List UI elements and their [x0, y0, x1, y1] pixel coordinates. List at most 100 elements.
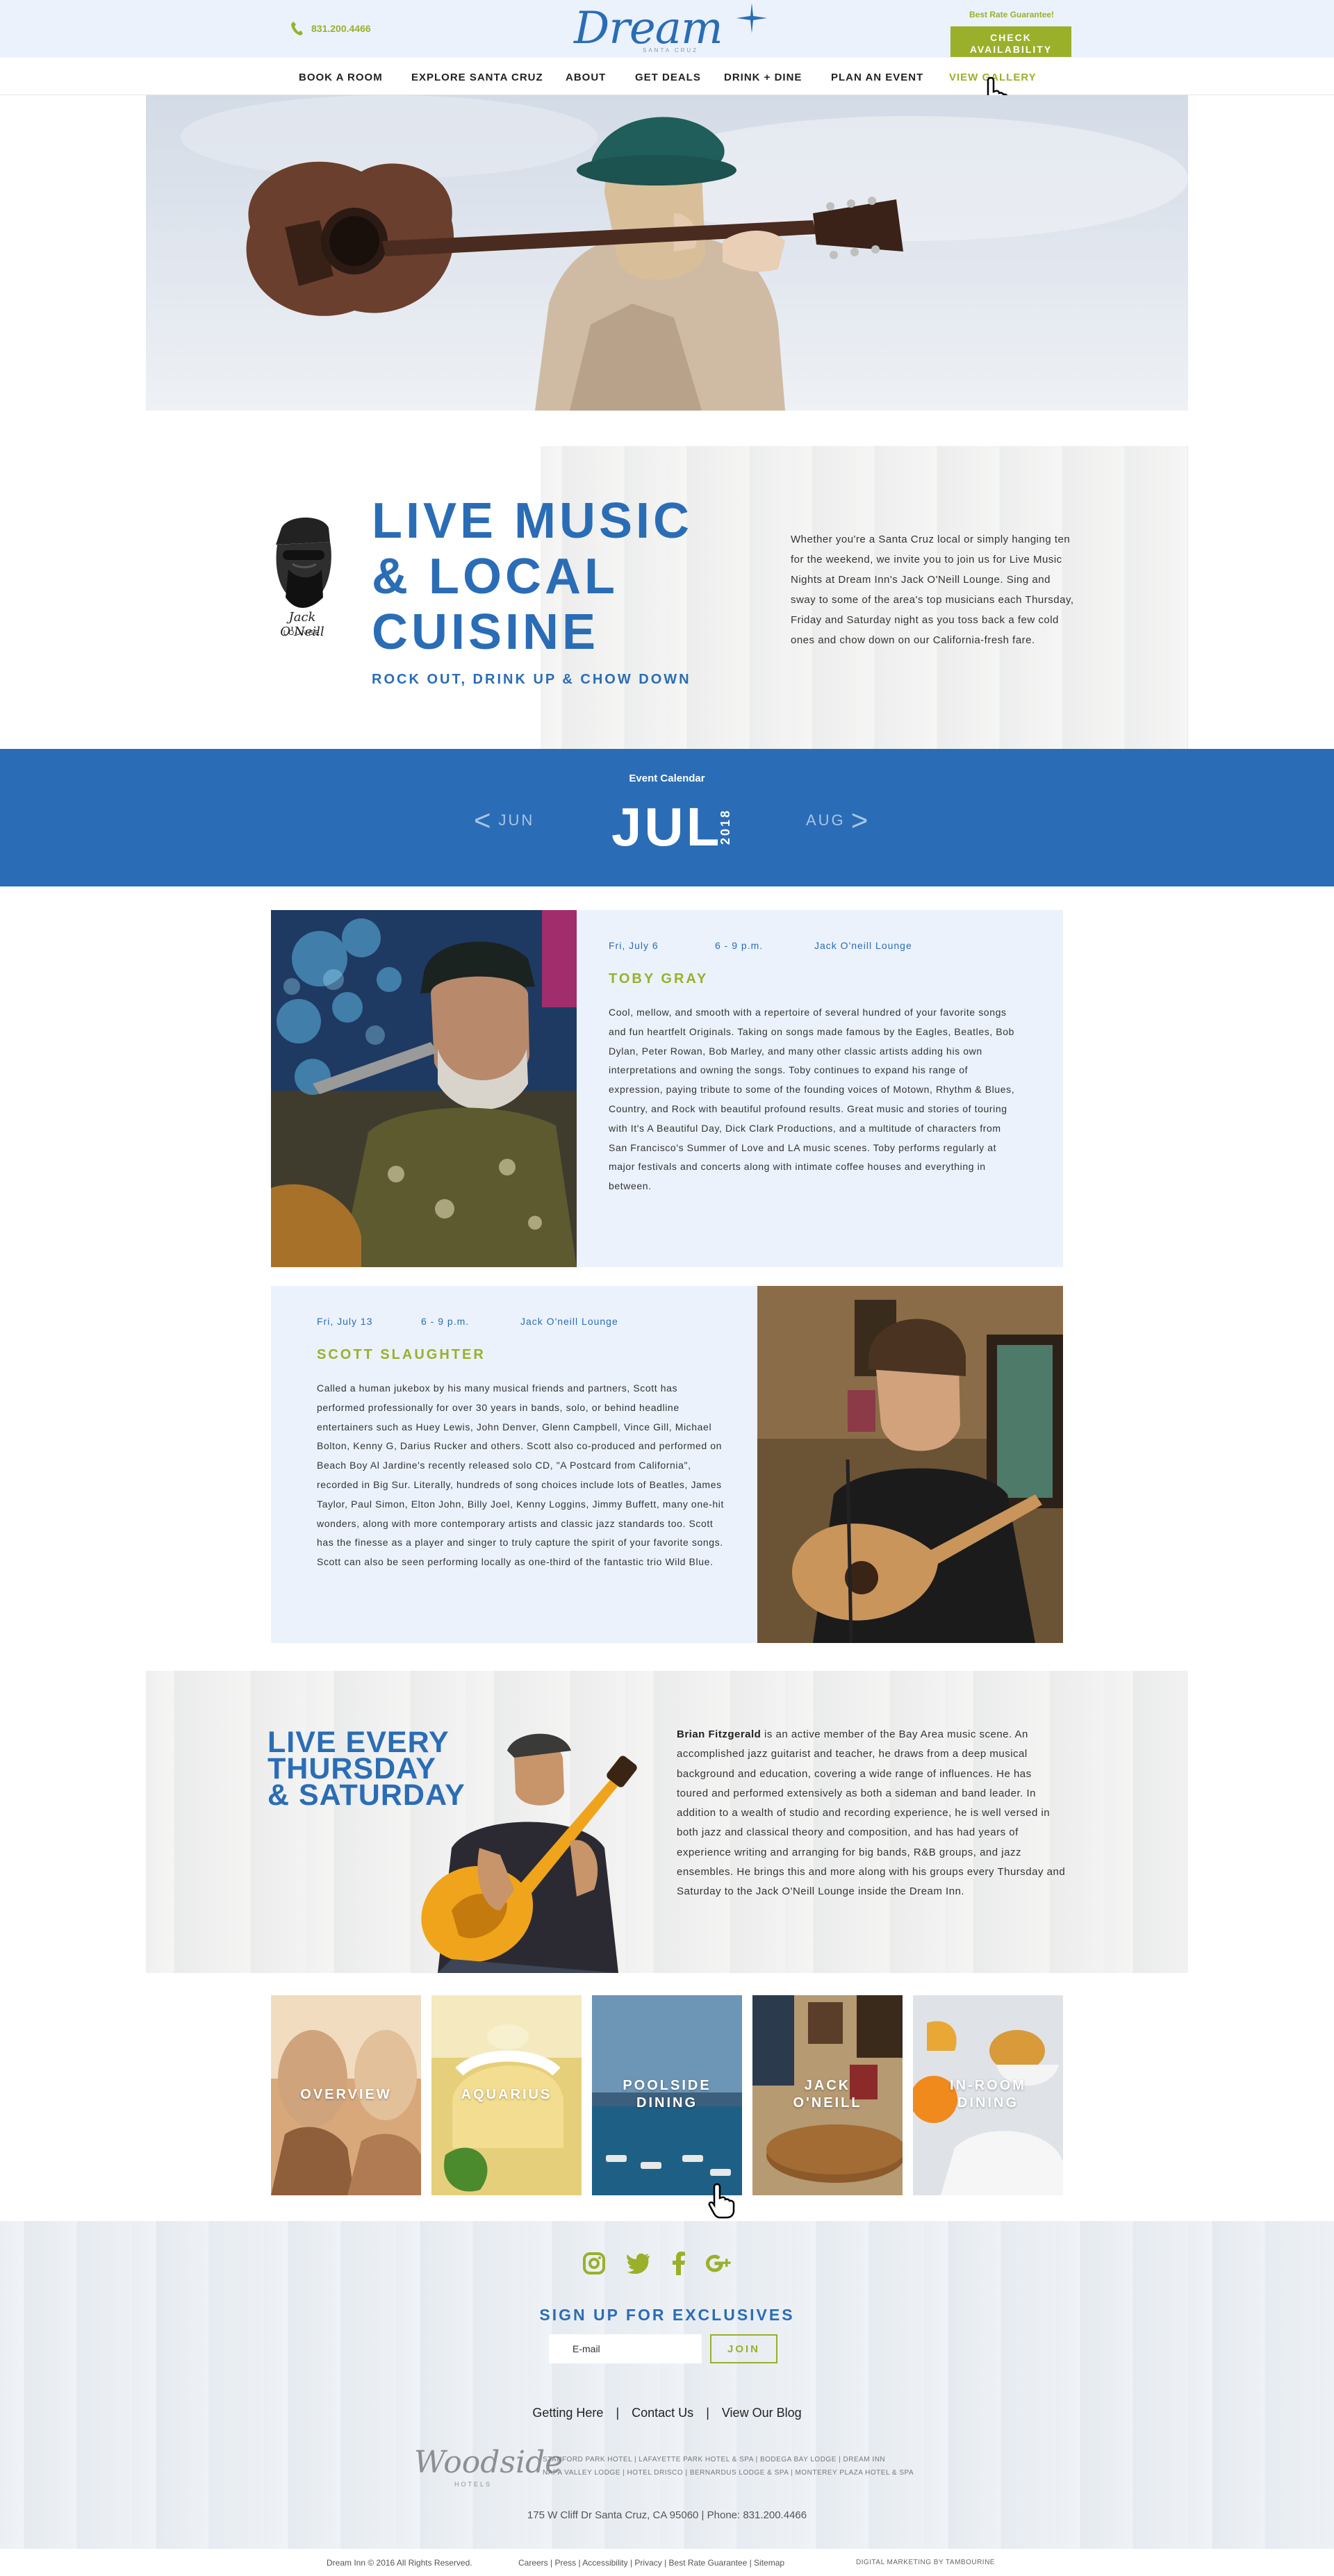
phone-icon [291, 22, 303, 35]
nav-plan-an-event[interactable]: PLAN AN EVENT [831, 72, 923, 83]
current-year: 2018 [718, 809, 732, 845]
tile-label: POOLSIDE DINING [592, 2077, 742, 2112]
performer-photo [757, 1286, 1063, 1643]
prev-month-label: JUN [498, 811, 535, 829]
copyright: Dream Inn © 2016 All Rights Reserved. [327, 2558, 472, 2568]
event-time: 6 - 9 p.m. [421, 1316, 470, 1327]
instagram-link[interactable] [581, 2250, 607, 2277]
dining-tiles: OVERVIEW AQUARIUS POOLSIDE DINING JACK O… [271, 1995, 1063, 2195]
check-label-1: CHECK [990, 31, 1032, 43]
event-venue: Jack O'neill Lounge [520, 1316, 618, 1327]
signup-title: SIGN UP FOR EXCLUSIVES [539, 2306, 795, 2324]
join-button[interactable]: JOIN [710, 2334, 777, 2363]
view-our-blog-link[interactable]: View Our Blog [722, 2406, 802, 2420]
logo-lounge: LOUNGE [283, 629, 322, 637]
nav-book-a-room[interactable]: BOOK A ROOM [299, 72, 383, 83]
event-meta: Fri, July 6 6 - 9 p.m. Jack O'neill Loun… [609, 940, 912, 951]
footer-links: Getting Here | Contact Us | View Our Blog [0, 2406, 1334, 2420]
contact-us-link[interactable]: Contact Us [632, 2406, 693, 2420]
legal-links[interactable]: Careers | Press | Accessibility | Privac… [518, 2558, 784, 2568]
separator: | [706, 2406, 709, 2420]
check-availability-button[interactable]: CHECK AVAILABILITY [950, 26, 1071, 57]
tile-overview[interactable]: OVERVIEW [271, 1995, 421, 2195]
twitter-link[interactable] [625, 2250, 652, 2277]
performer-bio: Cool, mellow, and smooth with a repertoi… [609, 1007, 1015, 1192]
tile-poolside-dining[interactable]: POOLSIDE DINING [592, 1995, 742, 2195]
tile-label-line-2: DINING [636, 2095, 698, 2111]
event-card: Fri, July 13 6 - 9 p.m. Jack O'neill Lou… [271, 1286, 1063, 1643]
performer-name: SCOTT SLAUGHTER [317, 1347, 486, 1362]
nav-view-gallery[interactable]: VIEW GALLERY [949, 72, 1037, 83]
hotels-line-1: STANFORD PARK HOTEL | LAFAYETTE PARK HOT… [543, 2456, 886, 2463]
event-card: Fri, July 6 6 - 9 p.m. Jack O'neill Loun… [271, 910, 1063, 1267]
performer-name: TOBY GRAY [609, 971, 709, 986]
tile-label: JACK O'NEILL [752, 2077, 903, 2112]
tile-label-line-1: JACK [804, 2078, 851, 2093]
woodside-sub: HOTELS [454, 2481, 493, 2488]
nav-get-deals[interactable]: GET DEALS [635, 72, 701, 83]
phone-link[interactable]: 831.200.4466 [290, 21, 371, 36]
twitter-icon [627, 2253, 650, 2274]
best-rate-text: Best Rate Guarantee! [969, 10, 1055, 19]
calendar-label: Event Calendar [629, 773, 705, 784]
woodside-wordmark: Woodside [414, 2445, 563, 2480]
jack-oneill-lounge-logo: Jack O'Neill LOUNGE [267, 514, 337, 646]
tile-label: OVERVIEW [300, 2087, 392, 2102]
facebook-icon [673, 2252, 685, 2275]
event-venue: Jack O'neill Lounge [814, 940, 912, 951]
chevron-right-icon: > [850, 804, 871, 836]
tile-aquarius[interactable]: AQUARIUS [431, 1995, 582, 2195]
chevron-left-icon: < [474, 804, 493, 836]
performer-bio: Called a human jukebox by his many music… [317, 1382, 724, 1568]
tile-label: IN-ROOM DINING [913, 2077, 1063, 2112]
google-plus-icon [706, 2254, 731, 2272]
intro-paragraph: Whether you're a Santa Cruz local or sim… [791, 534, 1074, 646]
email-field[interactable] [549, 2334, 702, 2363]
tile-in-room-dining[interactable]: IN-ROOM DINING [913, 1995, 1063, 2195]
tile-label-line-2: O'NEILL [793, 2095, 862, 2111]
event-date: Fri, July 6 [609, 940, 659, 951]
title-line-3: CUISINE [372, 604, 600, 660]
scott-slaughter-illustration [757, 1286, 1063, 1643]
toby-gray-illustration [271, 910, 577, 1267]
event-calendar: Event Calendar < JUN JUL 2018 AUG > [0, 749, 1334, 886]
intro-section: Jack O'Neill LOUNGE LIVE MUSIC & LOCAL C… [0, 410, 1334, 749]
feature-section: LIVE EVERY THURSDAY & SATURDAY Brian Fit… [146, 1671, 1188, 1973]
tile-label-line-1: POOLSIDE [623, 2078, 711, 2093]
title-line-2: & LOCAL [372, 549, 618, 604]
next-month-button[interactable]: AUG > [806, 804, 871, 836]
tile-label-line-1: IN-ROOM [950, 2078, 1026, 2093]
event-meta: Fri, July 13 6 - 9 p.m. Jack O'neill Lou… [317, 1316, 618, 1327]
woodside-hotels-logo[interactable]: Woodside HOTELS [414, 2445, 563, 2493]
instagram-icon [583, 2252, 605, 2274]
title-line-1: LIVE MUSIC [372, 493, 693, 549]
separator: | [616, 2406, 620, 2420]
bottom-bar: Dream Inn © 2016 All Rights Reserved. Ca… [0, 2549, 1334, 2576]
nav-drink-dine[interactable]: DRINK + DINE [724, 72, 802, 83]
tagline: ROCK OUT, DRINK UP & CHOW DOWN [372, 672, 691, 687]
main-nav: BOOK A ROOM EXPLORE SANTA CRUZ ABOUT GET… [0, 58, 1334, 95]
feature-paragraph: Brian Fitzgerald is an active member of … [677, 1725, 1066, 1902]
getting-here-link[interactable]: Getting Here [532, 2406, 603, 2420]
tile-label: AQUARIUS [461, 2087, 552, 2102]
jazz-guitarist-illustration [421, 1733, 637, 1973]
next-month-label: AUG [806, 811, 846, 829]
dream-inn-logo[interactable]: Dream Inn SANTA CRUZ [570, 3, 771, 106]
facebook-link[interactable] [666, 2250, 692, 2277]
tile-jack-oneill[interactable]: JACK O'NEILL [752, 1995, 903, 2195]
hero-image [146, 95, 1188, 411]
address: 175 W Cliff Dr Santa Cruz, CA 95060 | Ph… [527, 2509, 807, 2521]
hotels-line-2: NAPA VALLEY LODGE | HOTEL DRISCO | BERNA… [543, 2469, 914, 2477]
prev-month-button[interactable]: < JUN [474, 804, 535, 836]
current-month: JUL [611, 796, 723, 857]
hero-guitar-illustration [181, 95, 1188, 411]
star-icon [736, 3, 767, 33]
sister-hotels: STANFORD PARK HOTEL | LAFAYETTE PARK HOT… [543, 2453, 914, 2479]
agency-credit[interactable]: DIGITAL MARKETING BY TAMBOURINE [856, 2559, 995, 2566]
nav-explore-santa-cruz[interactable]: EXPLORE SANTA CRUZ [411, 72, 543, 83]
google-plus-link[interactable] [706, 2250, 732, 2277]
feature-body: is an active member of the Bay Area musi… [677, 1728, 1066, 1898]
event-date: Fri, July 13 [317, 1316, 373, 1327]
page-title: LIVE MUSIC & LOCAL CUISINE [372, 493, 693, 660]
nav-about[interactable]: ABOUT [566, 72, 606, 83]
